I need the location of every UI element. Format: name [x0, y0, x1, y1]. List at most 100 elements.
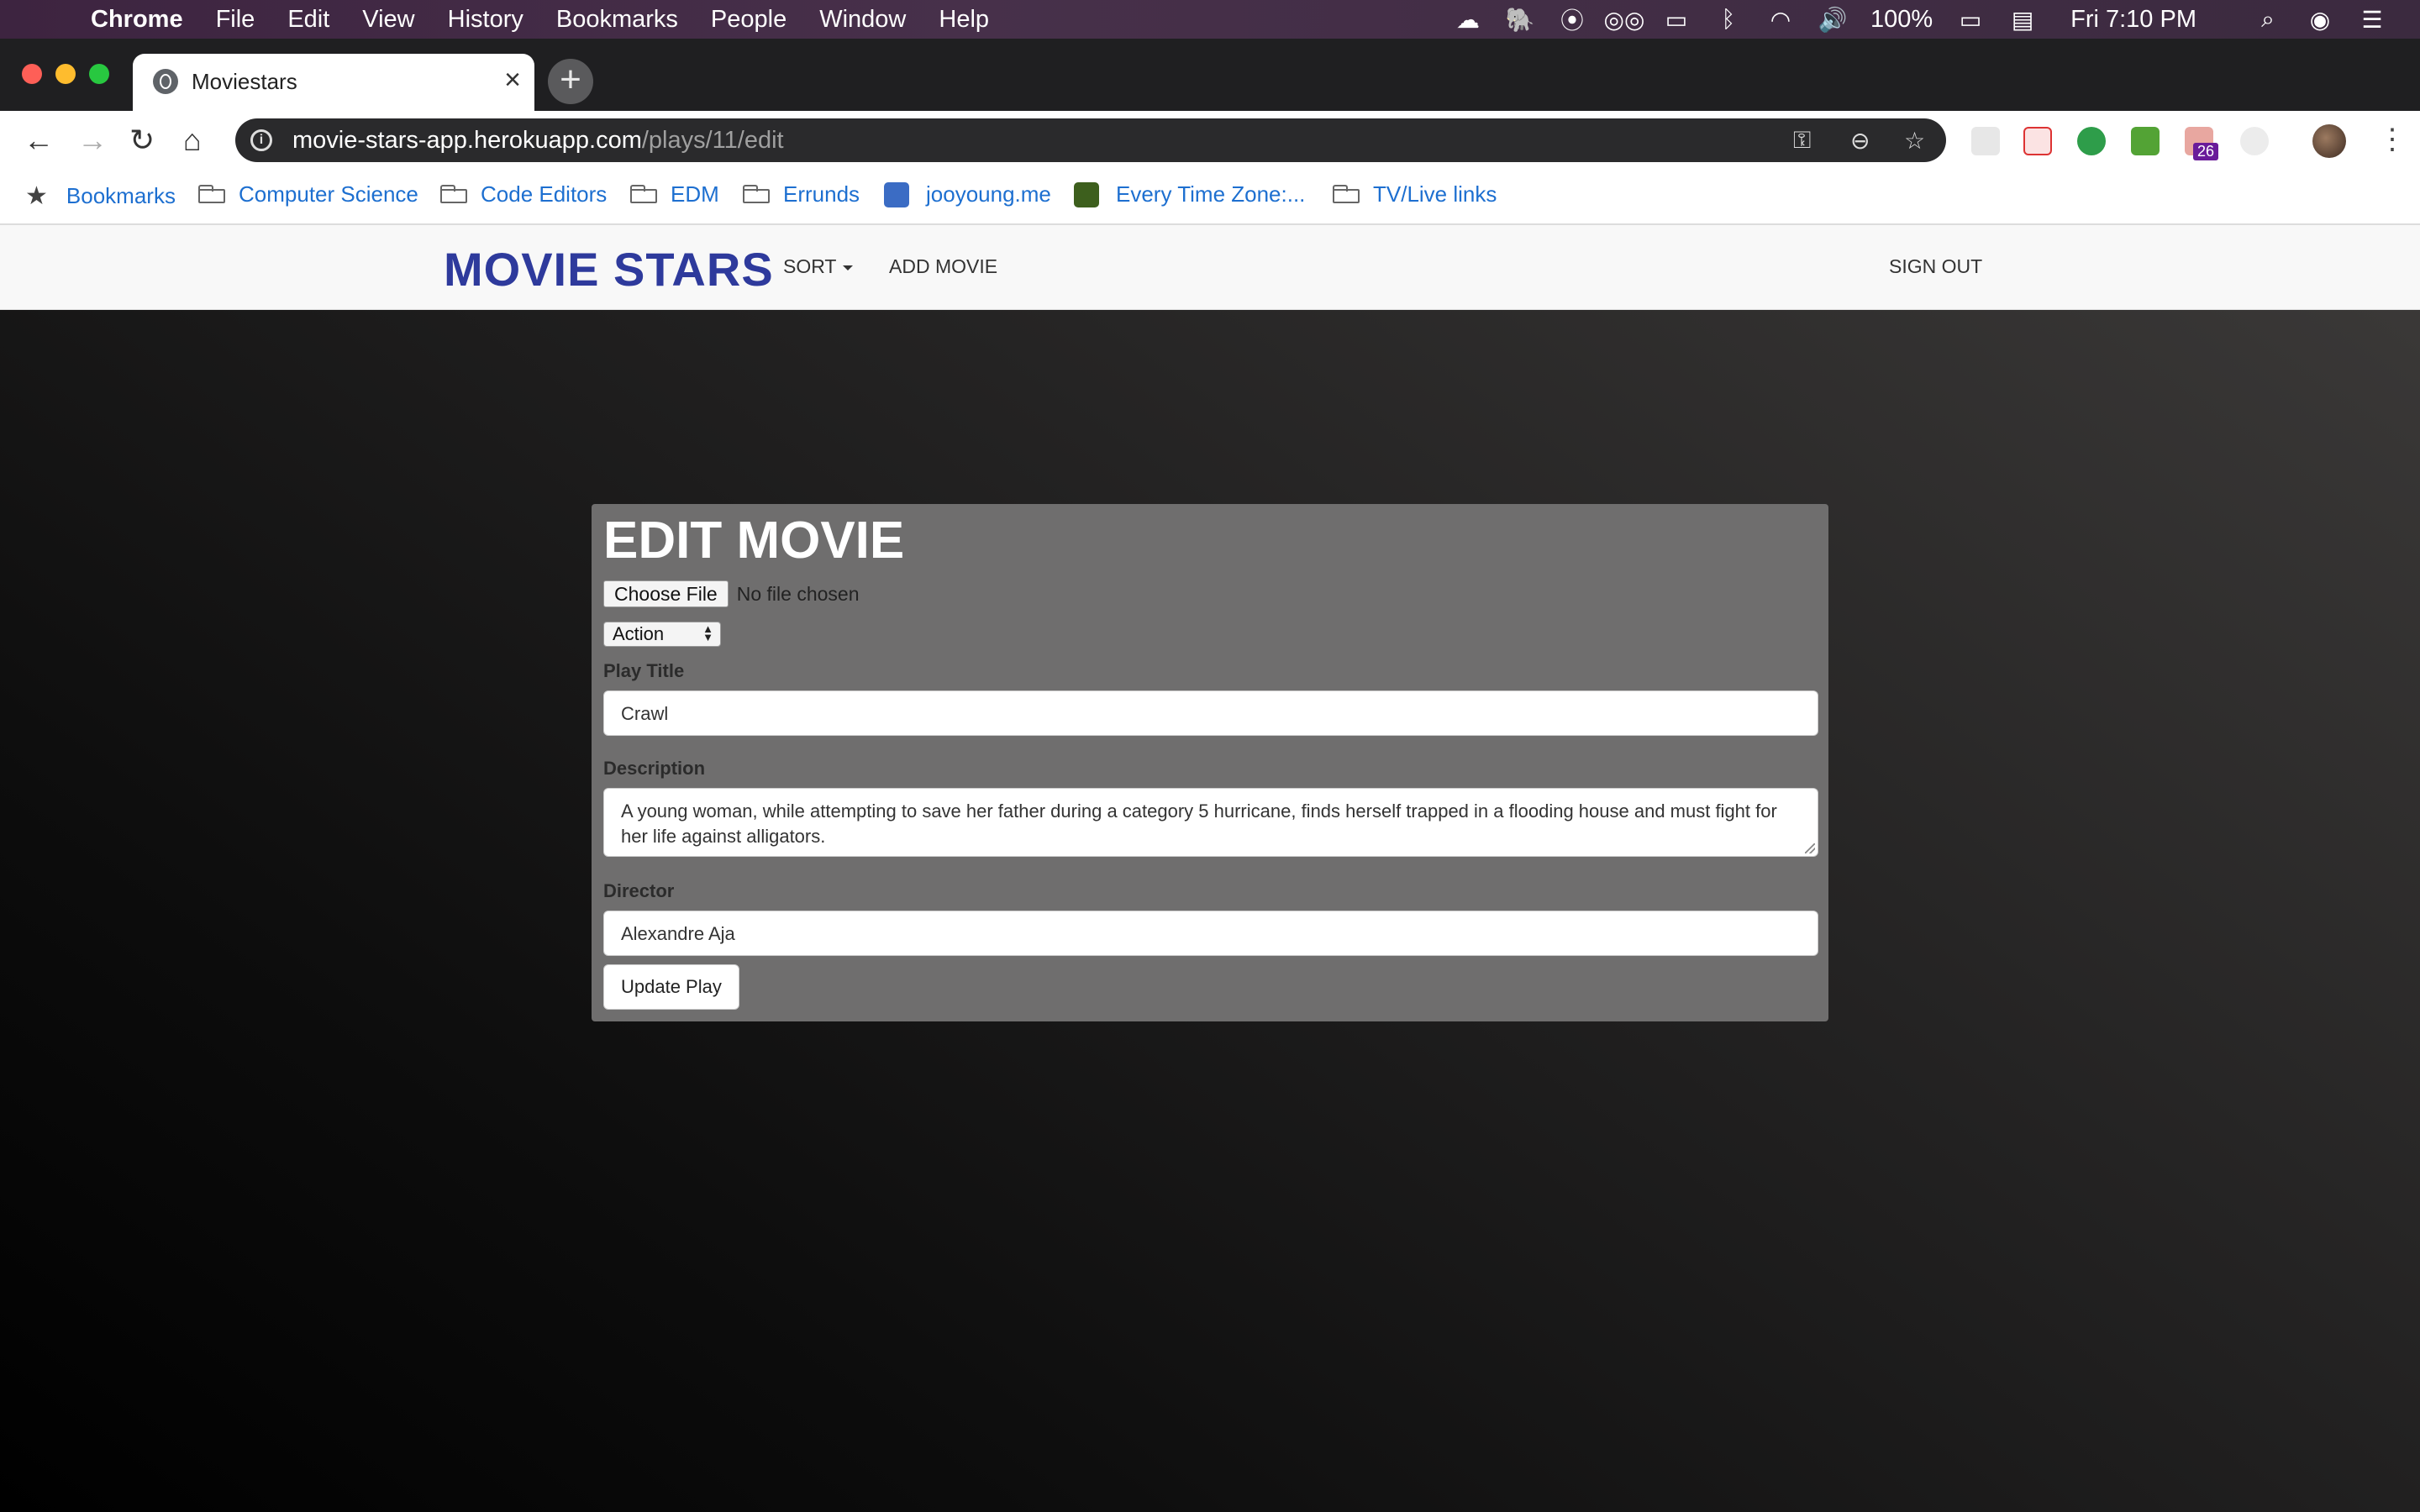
description-textarea[interactable]: A young woman, while attempting to save … [603, 788, 1818, 857]
volume-icon[interactable]: 🔊 [1818, 7, 1848, 33]
url-path: /plays/11/edit [641, 127, 784, 154]
bookmark-star-icon[interactable]: ☆ [1904, 127, 1925, 155]
extension-cors-icon[interactable] [2131, 127, 2160, 155]
folder-icon [630, 184, 657, 205]
site-brand[interactable]: MOVIE STARS [444, 242, 774, 297]
glasses-icon[interactable]: ◎◎ [1604, 7, 1645, 33]
menu-bookmarks[interactable]: Bookmarks [556, 6, 678, 34]
status-area: ☁ 🐘 ⦿ ◎◎ ▭ ᛒ ◠ 🔊 100% ▭ ▤ Fri 7:10 PM ⌕ … [1430, 0, 2420, 39]
home-icon[interactable]: ⌂ [183, 123, 202, 158]
director-label: Director [603, 880, 675, 901]
browser-tab-strip: Moviestars × + [0, 39, 2420, 111]
bookmark-edm[interactable]: EDM [630, 181, 719, 207]
choose-file-button[interactable]: Choose File [603, 580, 729, 607]
genre-select[interactable]: Action ▲ ▼ [603, 622, 721, 647]
battery-icon[interactable]: ▭ [1956, 7, 1985, 33]
title-input[interactable]: Crawl [603, 690, 1818, 736]
wifi-icon[interactable]: ◠ [1766, 7, 1795, 33]
sort-dropdown[interactable]: SORT [783, 255, 854, 278]
window-minimize-button[interactable] [55, 64, 76, 84]
creative-cloud-icon[interactable]: ☁ [1454, 7, 1482, 33]
address-bar[interactable]: i movie-stars-app.herokuapp.com/plays/11… [235, 118, 1946, 162]
new-tab-button[interactable]: + [548, 59, 593, 104]
star-icon: ★ [25, 182, 48, 210]
site-navbar: MOVIE STARS SORT ADD MOVIE SIGN OUT [0, 225, 2420, 310]
bookmark-bookmarks[interactable]: ★ Bookmarks [25, 181, 176, 211]
bookmarks-bar: ★ Bookmarks Computer Science Code Editors… [0, 170, 2420, 225]
folder-icon [440, 184, 467, 205]
bluetooth-icon[interactable]: ᛒ [1714, 6, 1743, 32]
director-input[interactable]: Alexandre Aja [603, 911, 1818, 956]
spotlight-search-icon[interactable]: ⌕ [2254, 6, 2282, 32]
bookmark-computer-science[interactable]: Computer Science [198, 181, 418, 207]
window-close-button[interactable] [22, 64, 42, 84]
menu-file[interactable]: File [216, 6, 255, 34]
folder-icon [743, 184, 770, 205]
menu-view[interactable]: View [362, 6, 414, 34]
active-tab[interactable]: Moviestars × [133, 54, 534, 111]
siri-icon[interactable]: ◉ [2306, 7, 2334, 33]
forward-arrow-icon[interactable]: → [77, 123, 108, 158]
app-menus: Chrome File Edit View History Bookmarks … [91, 0, 1022, 39]
extension-blank-icon[interactable] [1971, 127, 2000, 155]
update-play-button[interactable]: Update Play [603, 964, 739, 1010]
globe-icon [153, 69, 178, 94]
description-label: Description [603, 758, 706, 779]
bookmark-label: Every Time Zone:... [1116, 181, 1306, 207]
url-host: movie-stars-app.herokuapp.com [292, 127, 642, 154]
bookmark-jooyoung[interactable]: jooyoung.me [884, 181, 1051, 207]
menu-edit[interactable]: Edit [287, 6, 329, 34]
add-movie-link[interactable]: ADD MOVIE [889, 255, 997, 278]
airplay-icon[interactable]: ▭ [1662, 7, 1691, 33]
site-info-icon[interactable]: i [250, 129, 272, 151]
bookmark-label: Computer Science [239, 181, 418, 207]
reload-icon[interactable]: ↻ [129, 123, 155, 158]
sort-label: SORT [783, 255, 837, 277]
browser-toolbar: ← → ↻ ⌂ i movie-stars-app.herokuapp.com/… [0, 111, 2420, 170]
mac-menu-bar: Chrome File Edit View History Bookmarks … [0, 0, 2420, 39]
tab-title: Moviestars [192, 69, 297, 94]
select-arrows-icon: ▲ ▼ [702, 622, 713, 643]
menu-people[interactable]: People [711, 6, 786, 34]
sign-out-link[interactable]: SIGN OUT [1889, 255, 1982, 278]
key-icon[interactable]: ⚿ [1793, 127, 1811, 155]
bookmark-label: jooyoung.me [926, 181, 1051, 207]
zoom-icon[interactable]: ⊖ [1850, 127, 1870, 155]
evernote-icon[interactable]: 🐘 [1506, 7, 1535, 33]
shazam-icon[interactable]: ⦿ [1558, 7, 1586, 34]
bookmark-code-editors[interactable]: Code Editors [440, 181, 607, 207]
tab-close-icon[interactable]: × [504, 64, 521, 97]
caret-down-icon [843, 265, 854, 270]
more-menu-icon[interactable]: ⋮ [2378, 123, 2407, 156]
bookmark-tv-live-links[interactable]: TV/Live links [1333, 181, 1497, 207]
menu-app-name[interactable]: Chrome [91, 6, 183, 34]
bookmark-label: Errunds [783, 181, 860, 207]
genre-selected: Action [613, 623, 665, 644]
file-status: No file chosen [736, 582, 860, 605]
file-input[interactable]: Choose File No file chosen [603, 580, 859, 607]
window-zoom-button[interactable] [89, 64, 109, 84]
flag-icon[interactable]: ▤ [2008, 7, 2037, 33]
clock[interactable]: Fri 7:10 PM [2070, 6, 2196, 34]
extension-green-bubble-icon[interactable] [2077, 127, 2106, 155]
menu-help[interactable]: Help [939, 6, 989, 34]
bookmark-label: TV/Live links [1373, 181, 1497, 207]
profile-avatar[interactable] [2312, 124, 2346, 158]
battery-percent[interactable]: 100% [1870, 6, 1933, 34]
back-arrow-icon[interactable]: ← [24, 123, 54, 158]
bookmark-label: Bookmarks [66, 183, 176, 208]
menu-window[interactable]: Window [819, 6, 906, 34]
address-url[interactable]: movie-stars-app.herokuapp.com/plays/11/e… [292, 127, 784, 155]
folder-icon [198, 184, 225, 205]
edit-movie-form: EDIT MOVIE Choose File No file chosen Ac… [592, 504, 1828, 1021]
folder-icon [1333, 184, 1360, 205]
page-content: MOVIE STARS SORT ADD MOVIE SIGN OUT EDIT… [0, 225, 2420, 1512]
bookmark-errunds[interactable]: Errunds [743, 181, 860, 207]
extension-badge: 26 [2193, 143, 2219, 160]
bookmark-label: Code Editors [481, 181, 608, 207]
bookmark-every-time-zone[interactable]: Every Time Zone:... [1074, 181, 1305, 207]
extension-grey-icon[interactable] [2240, 127, 2269, 155]
menu-history[interactable]: History [448, 6, 523, 34]
extension-red-icon[interactable] [2023, 127, 2052, 155]
notification-center-icon[interactable]: ☰ [2358, 7, 2386, 33]
